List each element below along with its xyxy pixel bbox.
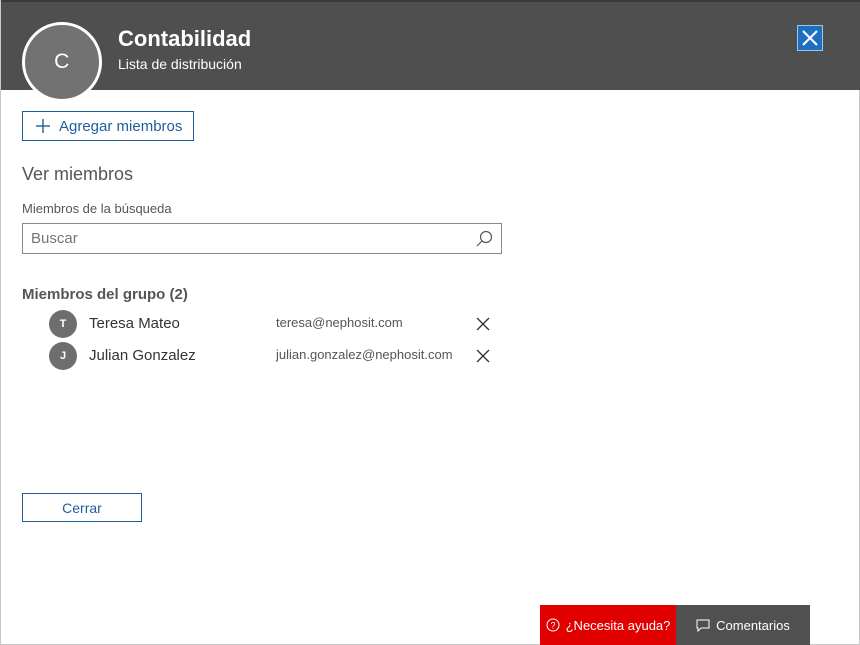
search-members-label: Miembros de la búsqueda	[22, 201, 172, 216]
group-type: Lista de distribución	[118, 56, 242, 72]
add-members-label: Agregar miembros	[59, 117, 183, 135]
remove-member-icon[interactable]	[476, 349, 490, 363]
group-title: Contabilidad	[118, 26, 252, 51]
member-name: Julian Gonzalez	[89, 347, 196, 364]
member-email: julian.gonzalez@nephosit.com	[276, 347, 453, 362]
remove-member-icon[interactable]	[476, 317, 490, 331]
member-avatar: J	[49, 342, 77, 370]
svg-text:?: ?	[550, 621, 555, 631]
member-row: J Julian Gonzalez julian.gonzalez@nephos…	[49, 342, 499, 370]
member-email: teresa@nephosit.com	[276, 315, 403, 330]
member-name: Teresa Mateo	[89, 315, 180, 332]
search-icon[interactable]	[475, 230, 493, 248]
feedback-button[interactable]: Comentarios	[676, 605, 810, 645]
member-avatar: T	[49, 310, 77, 338]
search-input[interactable]	[31, 230, 461, 247]
help-label: ¿Necesita ayuda?	[565, 617, 671, 633]
group-members-heading: Miembros del grupo (2)	[22, 286, 188, 303]
question-circle-icon: ?	[546, 618, 560, 632]
add-members-button[interactable]: Agregar miembros	[22, 111, 194, 141]
member-row: T Teresa Mateo teresa@nephosit.com	[49, 310, 499, 338]
feedback-label: Comentarios	[716, 617, 790, 633]
search-members-field[interactable]	[22, 223, 502, 254]
group-avatar: C	[22, 22, 102, 102]
dialog-header: Contabilidad Lista de distribución	[1, 0, 860, 90]
plus-icon	[36, 119, 50, 133]
close-dialog-button[interactable]	[797, 25, 823, 51]
view-members-heading: Ver miembros	[22, 164, 134, 184]
help-button[interactable]: ? ¿Necesita ayuda?	[540, 605, 676, 645]
comment-icon	[696, 619, 710, 632]
close-button[interactable]: Cerrar	[22, 493, 142, 522]
close-icon	[802, 30, 818, 46]
dialog-panel: Contabilidad Lista de distribución C Agr…	[0, 0, 860, 645]
